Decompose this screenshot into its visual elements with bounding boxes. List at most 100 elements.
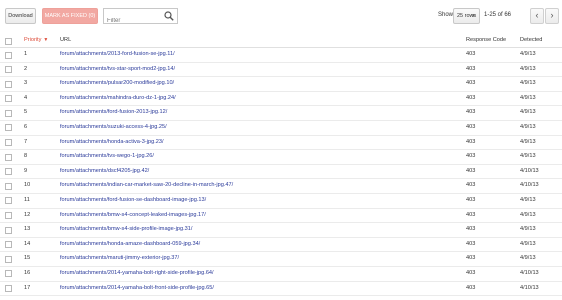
response-code-cell: 403 [466, 255, 476, 262]
detected-cell: 4/10/13 [520, 269, 539, 276]
url-link[interactable]: forum/attachments/suzuki-access-4-jpg.25… [60, 121, 167, 135]
response-code-cell: 403 [466, 182, 476, 189]
row-checkbox[interactable] [5, 255, 12, 263]
detected-cell: 4/9/13 [520, 109, 536, 116]
filter-input[interactable] [104, 14, 165, 28]
response-code-cell: 403 [466, 138, 476, 145]
table-row: 2 forum/attachments/tvs-star-sport-mod2-j… [0, 63, 562, 78]
url-link[interactable]: forum/attachments/maruti-jimmy-exterior-… [60, 252, 179, 266]
priority-header-label: Priority [24, 37, 42, 43]
response-code-cell: 403 [466, 123, 476, 130]
mark-as-fixed-button[interactable]: MARK AS FIXED (0) [42, 8, 98, 24]
response-code-cell: 403 [466, 226, 476, 233]
url-column-header[interactable]: URL [60, 34, 71, 47]
row-checkbox[interactable] [5, 124, 12, 132]
table-header: Priority ▼ URL Response Code Detected [0, 34, 562, 48]
row-checkbox[interactable] [5, 139, 12, 147]
priority-cell: 17 [24, 284, 31, 291]
row-checkbox[interactable] [5, 212, 12, 220]
priority-cell: 12 [24, 211, 31, 218]
download-button[interactable]: Download [5, 8, 36, 24]
row-checkbox[interactable] [5, 285, 12, 292]
row-checkbox[interactable] [5, 95, 12, 103]
response-code-cell: 403 [466, 65, 476, 72]
priority-cell: 7 [24, 138, 28, 145]
table-row: 4 forum/attachments/mahindra-duro-dz-1-jp… [0, 92, 562, 107]
priority-cell: 11 [24, 196, 30, 203]
url-link[interactable]: forum/attachments/2013-ford-fusion-se-jp… [60, 48, 175, 62]
url-link[interactable]: forum/attachments/bmw-s4-concept-leaked-… [60, 209, 206, 223]
pagination-range: 1-25 of 66 [484, 12, 512, 18]
row-checkbox[interactable] [5, 153, 12, 161]
response-code-cell: 403 [466, 196, 476, 203]
table-row: 3 forum/attachments/pulsar200-modified-jp… [0, 77, 562, 92]
detected-cell: 4/10/13 [520, 167, 539, 174]
show-label: Show [438, 12, 454, 18]
url-link[interactable]: forum/attachments/tvs-star-sport-mod2-jp… [60, 63, 175, 77]
table-row: 16 forum/attachments/2014-yamaha-bolt-rig… [0, 267, 562, 282]
response-code-cell: 403 [466, 94, 476, 101]
row-checkbox[interactable] [5, 241, 12, 249]
url-link[interactable]: forum/attachments/indian-car-market-saw-… [60, 179, 233, 193]
url-link[interactable]: forum/attachments/honda-amaze-dashboard-… [60, 238, 200, 252]
row-checkbox[interactable] [5, 270, 12, 278]
detected-cell: 4/9/13 [520, 138, 536, 145]
select-all-checkbox[interactable] [5, 37, 12, 45]
sort-down-icon: ▼ [43, 37, 49, 43]
rows-per-page-select[interactable]: 25 rows ▼ [453, 8, 480, 24]
row-checkbox[interactable] [5, 182, 12, 190]
table-row: 6 forum/attachments/suzuki-access-4-jpg.2… [0, 121, 562, 136]
table-row: 15 forum/attachments/maruti-jimmy-exterio… [0, 252, 562, 267]
row-checkbox[interactable] [5, 51, 12, 59]
row-checkbox[interactable] [5, 80, 12, 88]
detected-cell: 4/9/13 [520, 51, 536, 57]
row-checkbox[interactable] [5, 109, 12, 117]
previous-page-button[interactable]: ‹ [530, 8, 544, 24]
errors-table: Priority ▼ URL Response Code Detected 1 fo… [0, 34, 562, 297]
response-code-cell: 403 [466, 167, 476, 174]
url-link[interactable]: forum/attachments/mahindra-duro-dz-1-jpg… [60, 92, 176, 106]
priority-cell: 16 [24, 269, 31, 276]
next-page-button[interactable]: › [545, 8, 559, 24]
row-checkbox[interactable] [5, 66, 12, 74]
detected-cell: 4/9/13 [520, 123, 536, 130]
row-checkbox[interactable] [5, 197, 12, 205]
table-row: 17 forum/attachments/2014-yamaha-bolt-fro… [0, 282, 562, 297]
response-code-cell: 403 [466, 211, 476, 218]
url-link[interactable]: forum/attachments/ford-fusion-se-dashboa… [60, 194, 206, 208]
row-checkbox[interactable] [5, 168, 12, 176]
url-link[interactable]: forum/attachments/pulsar200-modified-jpg… [60, 77, 174, 91]
response-code-cell: 403 [466, 80, 476, 87]
table-row: 10 forum/attachments/indian-car-market-sa… [0, 179, 562, 194]
table-row: 5 forum/attachments/ford-fusion-2013-jpg.… [0, 106, 562, 121]
priority-column-header[interactable]: Priority ▼ [24, 34, 48, 47]
row-checkbox[interactable] [5, 226, 12, 234]
detected-cell: 4/9/13 [520, 153, 536, 160]
detected-column-header[interactable]: Detected [520, 34, 542, 47]
table-row: 11 forum/attachments/ford-fusion-se-dashb… [0, 194, 562, 209]
table-row: 1 forum/attachments/2013-ford-fusion-se-j… [0, 48, 562, 63]
table-row: 9 forum/attachments/dscf4205-jpg.42/403 4/… [0, 165, 562, 180]
priority-cell: 10 [24, 182, 31, 189]
url-link[interactable]: forum/attachments/bmw-s4-side-profile-im… [60, 223, 192, 237]
chevron-right-icon: › [550, 10, 554, 20]
detected-cell: 4/9/13 [520, 211, 536, 218]
url-link[interactable]: forum/attachments/dscf4205-jpg.42/ [60, 165, 149, 179]
table-body: 1 forum/attachments/2013-ford-fusion-se-j… [0, 48, 562, 297]
priority-cell: 14 [24, 240, 31, 247]
priority-cell: 9 [24, 167, 28, 174]
url-link[interactable]: forum/attachments/2014-yamaha-bolt-front… [60, 282, 214, 296]
response-code-cell: 403 [466, 51, 476, 57]
response-code-cell: 403 [466, 284, 476, 291]
response-code-column-header[interactable]: Response Code [466, 34, 506, 47]
detected-cell: 4/9/13 [520, 240, 536, 247]
search-icon[interactable] [164, 11, 174, 21]
url-link[interactable]: forum/attachments/honda-activa-3-jpg.23/ [60, 136, 164, 150]
priority-cell: 1 [24, 51, 28, 57]
url-link[interactable]: forum/attachments/2014-yamaha-bolt-right… [60, 267, 214, 281]
url-link[interactable]: forum/attachments/ford-fusion-2013-jpg.1… [60, 106, 167, 120]
priority-cell: 15 [24, 255, 31, 262]
table-row: 8 forum/attachments/tvs-wego-1-jpg.26/403… [0, 150, 562, 165]
response-code-cell: 403 [466, 269, 476, 276]
url-link[interactable]: forum/attachments/tvs-wego-1-jpg.26/ [60, 150, 154, 164]
